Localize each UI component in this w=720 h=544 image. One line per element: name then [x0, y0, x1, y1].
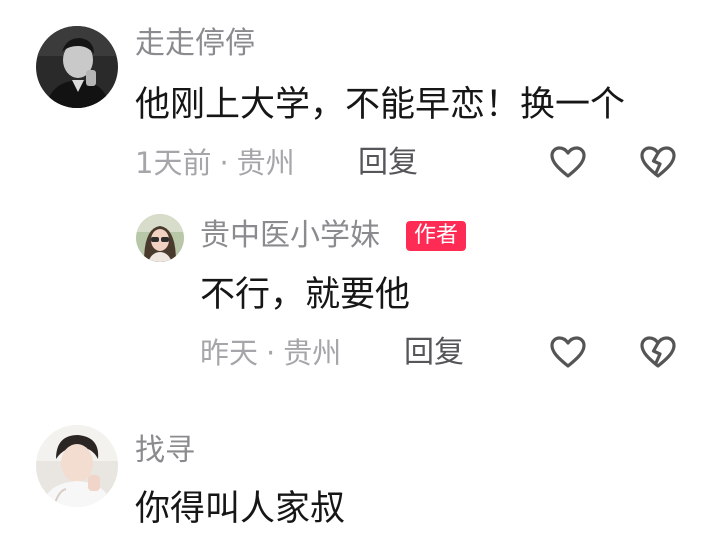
meta-separator: · — [219, 146, 229, 180]
avatar[interactable] — [36, 425, 118, 507]
comment-time: 昨天 — [200, 336, 259, 370]
dislike-button[interactable] — [638, 143, 678, 183]
reply-item: 贵中医小学妹 作者 不行，就要他 昨天 · 贵州 回复 — [0, 200, 720, 400]
reply-button[interactable]: 回复 — [358, 146, 418, 180]
comment-time: 1天前 — [135, 146, 212, 180]
avatar[interactable] — [136, 214, 184, 262]
comment-meta: 昨天 · 贵州 — [200, 336, 341, 370]
comment-username[interactable]: 走走停停 — [135, 26, 255, 62]
author-badge: 作者 — [406, 221, 467, 251]
comment-text: 你得叫人家叔 — [135, 489, 346, 529]
comment-location: 贵州 — [236, 146, 295, 180]
heart-outline-icon — [550, 146, 586, 178]
comment-item: 走走停停 他刚上大学，不能早恋！换一个 1天前 · 贵州 回复 — [0, 0, 720, 200]
comment-location: 贵州 — [283, 336, 342, 370]
comment-username[interactable]: 找寻 — [135, 433, 195, 469]
dislike-button[interactable] — [638, 333, 678, 373]
comment-meta: 1天前 · 贵州 — [135, 146, 295, 180]
comment-text: 不行，就要他 — [200, 275, 411, 315]
avatar[interactable] — [36, 26, 118, 108]
like-button[interactable] — [548, 143, 588, 183]
comment-item: 找寻 你得叫人家叔 — [0, 400, 720, 544]
broken-heart-outline-icon — [640, 146, 676, 178]
broken-heart-outline-icon — [640, 336, 676, 368]
heart-outline-icon — [550, 336, 586, 368]
like-button[interactable] — [548, 333, 588, 373]
reply-button[interactable]: 回复 — [404, 336, 464, 370]
comment-text: 他刚上大学，不能早恋！换一个 — [135, 85, 626, 125]
comment-username[interactable]: 贵中医小学妹 — [200, 218, 380, 254]
meta-separator: · — [266, 336, 276, 370]
